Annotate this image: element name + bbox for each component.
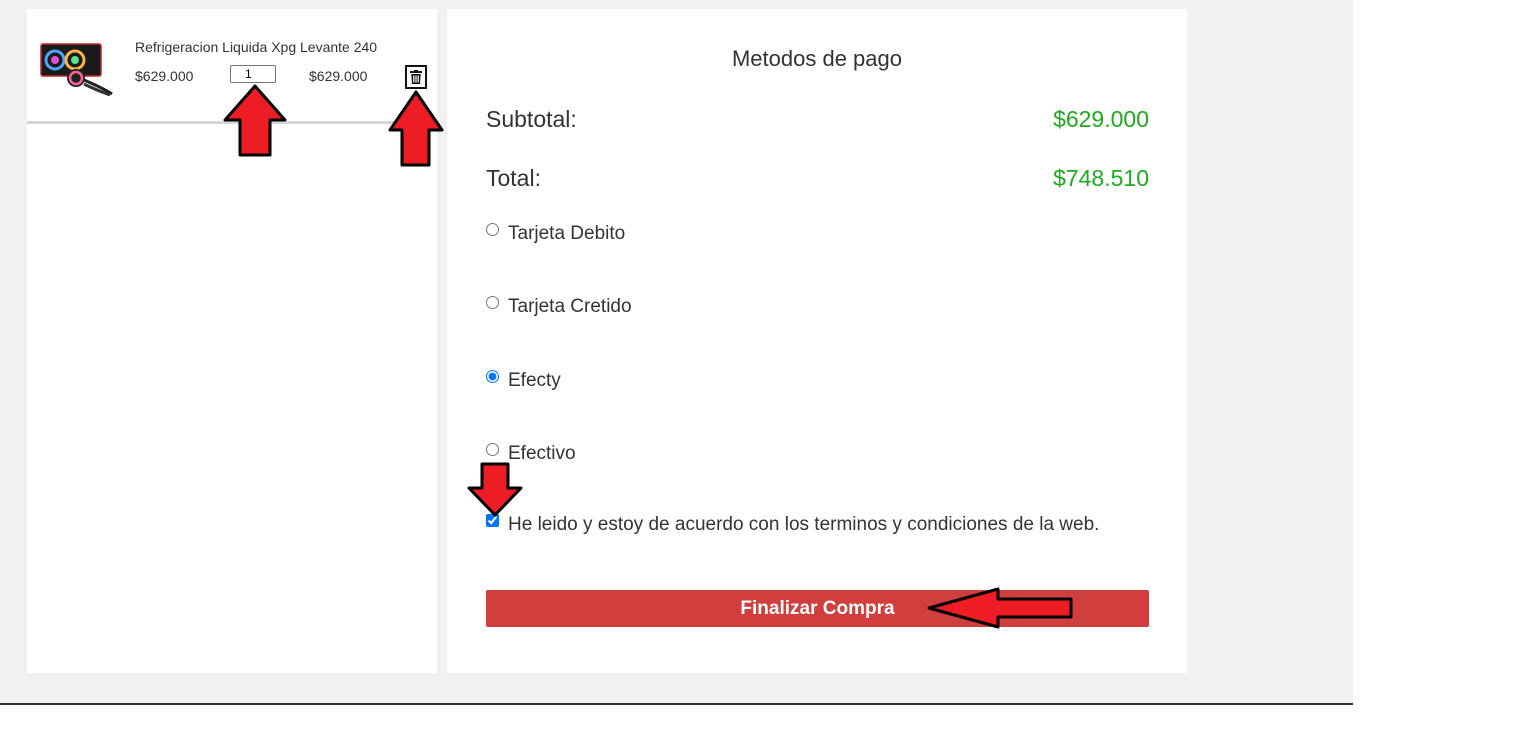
tarjeta-credito-radio[interactable] bbox=[486, 296, 499, 309]
payment-option-label: Tarjeta Debito bbox=[508, 223, 626, 244]
payment-panel: Metodos de pago Subtotal: $629.000 Total… bbox=[447, 9, 1187, 673]
payment-methods-title: Metodos de pago bbox=[731, 46, 903, 71]
product-name[interactable]: Refrigeracion Liquida Xpg Levante 240 bbox=[135, 39, 377, 55]
footer-divider bbox=[0, 703, 1353, 705]
payment-option-label: Tarjeta Cretido bbox=[508, 296, 632, 317]
trash-icon bbox=[410, 70, 422, 84]
subtotal-value: $629.000 bbox=[1053, 106, 1149, 132]
payment-option-tarjeta-debito[interactable]: Tarjeta Debito bbox=[486, 223, 625, 245]
payment-option-label: Efecty bbox=[508, 370, 561, 391]
unit-price: $629.000 bbox=[135, 68, 194, 84]
total-value: $748.510 bbox=[1053, 165, 1149, 191]
subtotal-label: Subtotal: bbox=[486, 106, 577, 132]
line-total: $629.000 bbox=[309, 68, 368, 84]
tarjeta-debito-radio[interactable] bbox=[486, 223, 499, 236]
arrow-up-quantity-icon bbox=[223, 84, 287, 157]
payment-option-efecty[interactable]: Efecty bbox=[486, 370, 561, 392]
arrow-up-delete-icon bbox=[388, 90, 444, 167]
efecty-radio[interactable] bbox=[486, 370, 499, 383]
quantity-input[interactable] bbox=[230, 65, 276, 83]
product-image[interactable] bbox=[40, 34, 114, 96]
arrow-left-finish-icon bbox=[927, 587, 1073, 629]
payment-option-tarjeta-credito[interactable]: Tarjeta Cretido bbox=[486, 296, 632, 318]
efectivo-radio[interactable] bbox=[486, 443, 499, 456]
terms-agreement[interactable]: He leido y estoy de acuerdo con los term… bbox=[486, 514, 1099, 536]
terms-label: He leido y estoy de acuerdo con los term… bbox=[508, 514, 1100, 535]
delete-item-button[interactable] bbox=[405, 65, 427, 89]
arrow-down-terms-icon bbox=[467, 462, 523, 517]
total-label: Total: bbox=[486, 165, 541, 191]
